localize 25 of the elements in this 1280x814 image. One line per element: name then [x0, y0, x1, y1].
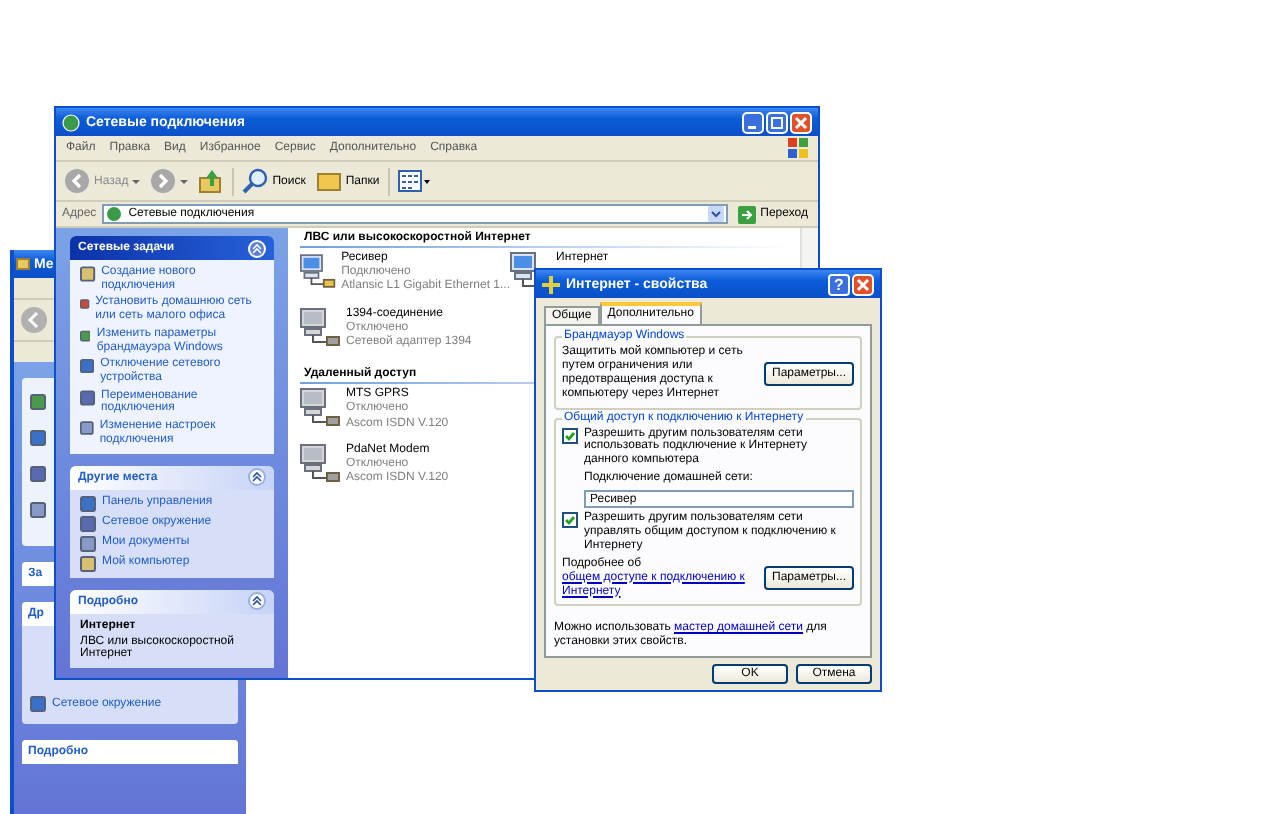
forward-button[interactable] [148, 166, 191, 196]
help-button[interactable]: ? [828, 273, 850, 295]
minimize-button[interactable] [742, 111, 764, 133]
folder-icon [315, 168, 342, 194]
maximize-button[interactable] [766, 111, 788, 133]
close-button[interactable] [852, 273, 874, 295]
folder-up-icon [198, 168, 225, 194]
item-icon [30, 430, 46, 446]
collapse-icon[interactable] [248, 468, 266, 487]
item-icon [30, 502, 46, 518]
dropdown-icon [708, 206, 725, 222]
item-icon [30, 696, 46, 712]
checked-checkbox[interactable] [562, 427, 578, 444]
windows-logo-icon [788, 138, 808, 158]
search-icon [242, 168, 269, 194]
views-button[interactable] [395, 166, 432, 196]
go-arrow-icon [738, 205, 757, 223]
up-button[interactable] [196, 166, 227, 196]
collapse-icon[interactable] [248, 592, 266, 611]
item-icon [30, 394, 46, 410]
close-button[interactable] [790, 111, 812, 133]
grid-view-icon [397, 168, 430, 194]
item-icon [30, 466, 46, 482]
folder-icon [16, 258, 30, 270]
checked-checkbox[interactable] [562, 512, 578, 529]
